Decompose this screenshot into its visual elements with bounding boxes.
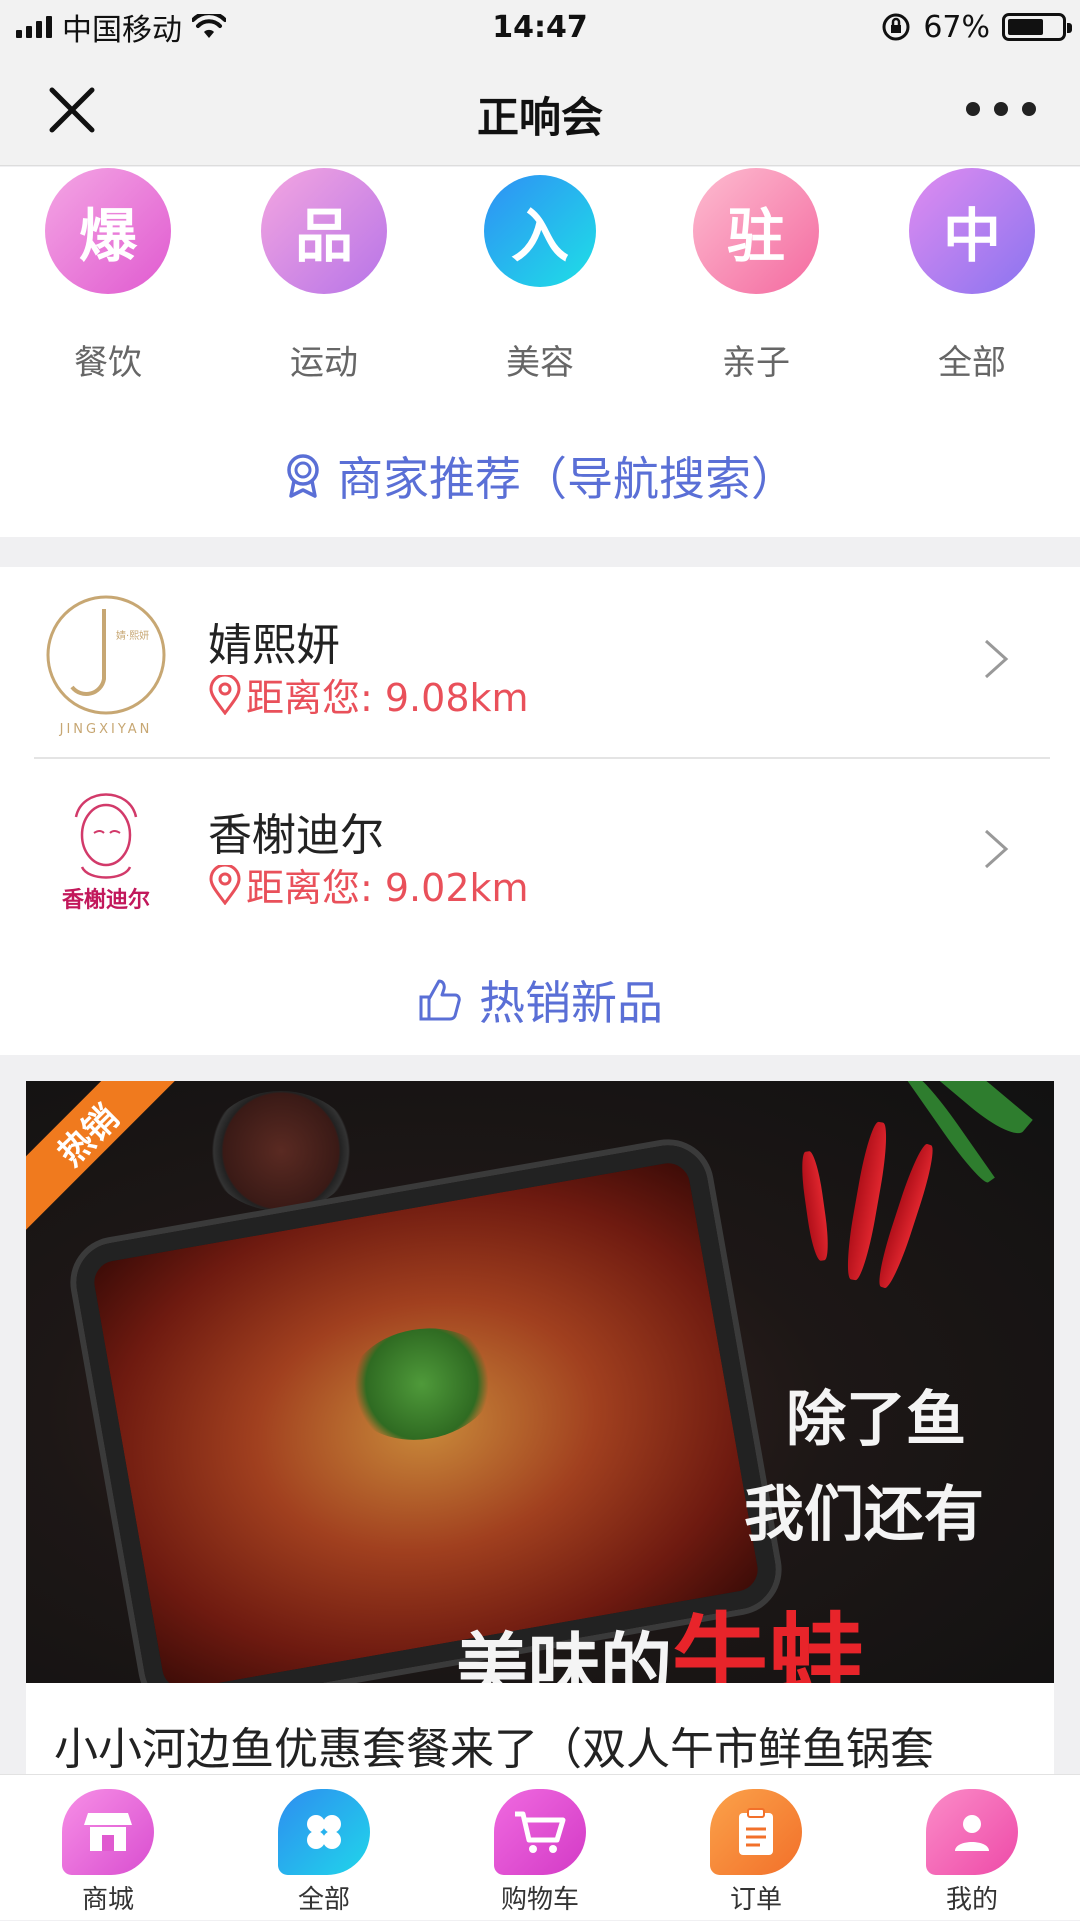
category-row: 爆 餐饮 品 运动 入 美容 驻 亲子 中 全部	[0, 167, 1080, 417]
merchant-row[interactable]: 婧·熙妍 JINGXIYAN 婧熙妍 距离您: 9.08km	[0, 567, 1080, 759]
clipboard-icon	[710, 1789, 802, 1875]
category-badge: 爆	[45, 168, 171, 294]
promo-text-line2: 我们还有	[744, 1480, 984, 1550]
chili-decoration	[798, 1150, 832, 1262]
merchant-logo: 香榭迪尔	[62, 793, 150, 913]
status-left: 中国移动	[16, 5, 226, 49]
hot-sale-ribbon: 热销	[26, 1081, 190, 1237]
status-bar: 中国移动 14:47 67%	[0, 0, 1080, 54]
thumbs-up-icon	[419, 979, 461, 1021]
tab-label: 全部	[297, 1885, 350, 1915]
merchant-distance-text: 距离您: 9.02km	[246, 866, 529, 910]
category-label: 餐饮	[74, 343, 142, 383]
merchant-logo: 婧·熙妍 JINGXIYAN	[46, 595, 166, 737]
category-badge: 驻	[693, 168, 819, 294]
tab-label: 购物车	[500, 1885, 579, 1915]
carrier-name: 中国移动	[62, 13, 182, 48]
tab-label: 我的	[945, 1885, 998, 1915]
rotation-lock-icon	[882, 13, 910, 41]
merchant-logo-subtext: 婧·熙妍	[116, 629, 149, 642]
merchant-list: 婧·熙妍 JINGXIYAN 婧熙妍 距离您: 9.08km 香榭迪尔 香榭迪尔…	[0, 567, 1080, 1055]
location-pin-icon	[209, 674, 241, 715]
navigation-bar: 正响会	[0, 54, 1080, 166]
battery-percent: 67%	[923, 9, 990, 45]
bottom-tab-bar: 商城 全部 购物车 订单 我的	[0, 1774, 1080, 1920]
category-item-dining[interactable]: 爆 餐饮	[0, 167, 216, 417]
promo-highlight: 牛蛙	[672, 1602, 865, 1683]
tab-mine[interactable]: 我的	[864, 1775, 1080, 1921]
store-icon	[62, 1789, 154, 1875]
merchant-row[interactable]: 香榭迪尔 香榭迪尔 距离您: 9.02km	[0, 757, 1080, 947]
product-list: 热销 除了鱼 我们还有 美味的牛蛙 小小河边鱼优惠套餐来了（双人午市鲜鱼锅套	[0, 1055, 1080, 1774]
chevron-right-icon	[984, 639, 1009, 679]
merchant-section-header: 商家推荐（导航搜索）	[0, 443, 1080, 509]
product-title: 小小河边鱼优惠套餐来了（双人午市鲜鱼锅套	[54, 1724, 934, 1774]
category-label: 亲子	[722, 343, 790, 383]
category-badge: 品	[261, 168, 387, 294]
category-label: 美容	[506, 343, 574, 383]
location-pin-icon	[209, 864, 241, 905]
clover-icon	[278, 1789, 370, 1875]
category-label: 全部	[938, 343, 1006, 383]
category-label: 运动	[290, 343, 358, 383]
battery-icon	[1002, 13, 1072, 41]
section-gap	[0, 537, 1080, 567]
category-badge: 入	[484, 175, 596, 287]
merchant-distance: 距离您: 9.02km	[208, 857, 529, 912]
tab-mall[interactable]: 商城	[0, 1775, 216, 1921]
wifi-icon	[192, 14, 226, 38]
content-scroll-area[interactable]: 爆 餐饮 品 运动 入 美容 驻 亲子 中 全部 商家推荐（导航搜索） 婧·熙妍…	[0, 167, 1080, 1774]
tab-label: 商城	[81, 1885, 134, 1915]
category-item-kids[interactable]: 驻 亲子	[648, 167, 864, 417]
product-card[interactable]: 热销 除了鱼 我们还有 美味的牛蛙 小小河边鱼优惠套餐来了（双人午市鲜鱼锅套	[26, 1081, 1054, 1774]
more-options-icon[interactable]	[966, 86, 1036, 132]
tab-cart[interactable]: 购物车	[432, 1775, 648, 1921]
award-icon	[287, 454, 319, 498]
merchant-distance: 距离您: 9.08km	[208, 667, 529, 722]
hot-section-header: 热销新品	[0, 967, 1080, 1033]
tab-all[interactable]: 全部	[216, 1775, 432, 1921]
cart-icon	[494, 1789, 586, 1875]
status-right: 67%	[881, 9, 1072, 45]
category-item-all[interactable]: 中 全部	[864, 167, 1080, 417]
merchant-logo-text: JINGXIYAN	[59, 722, 153, 737]
merchant-name: 婧熙妍	[208, 620, 340, 671]
merchant-distance-text: 距离您: 9.08km	[246, 676, 529, 720]
category-item-sports[interactable]: 品 运动	[216, 167, 432, 417]
promo-text-line3: 美味的牛蛙	[456, 1581, 864, 1683]
signal-icon	[16, 16, 52, 38]
merchant-section-title: 商家推荐（导航搜索）	[337, 452, 797, 506]
tab-orders[interactable]: 订单	[648, 1775, 864, 1921]
promo-text-line1: 除了鱼	[786, 1385, 966, 1455]
product-image: 热销 除了鱼 我们还有 美味的牛蛙	[26, 1081, 1054, 1683]
merchant-logo-text: 香榭迪尔	[62, 887, 150, 913]
category-section: 爆 餐饮 品 运动 入 美容 驻 亲子 中 全部 商家推荐（导航搜索）	[0, 167, 1080, 537]
chevron-right-icon	[984, 829, 1009, 869]
hot-section-title: 热销新品	[479, 976, 663, 1030]
category-item-beauty[interactable]: 入 美容	[432, 167, 648, 417]
tab-label: 订单	[729, 1885, 782, 1915]
peppercorn-bowl	[206, 1091, 356, 1211]
promo-text-part: 美味的	[456, 1624, 673, 1683]
category-badge: 中	[909, 168, 1035, 294]
user-icon	[926, 1789, 1018, 1875]
page-title: 正响会	[476, 93, 603, 142]
merchant-name: 香榭迪尔	[208, 810, 384, 861]
